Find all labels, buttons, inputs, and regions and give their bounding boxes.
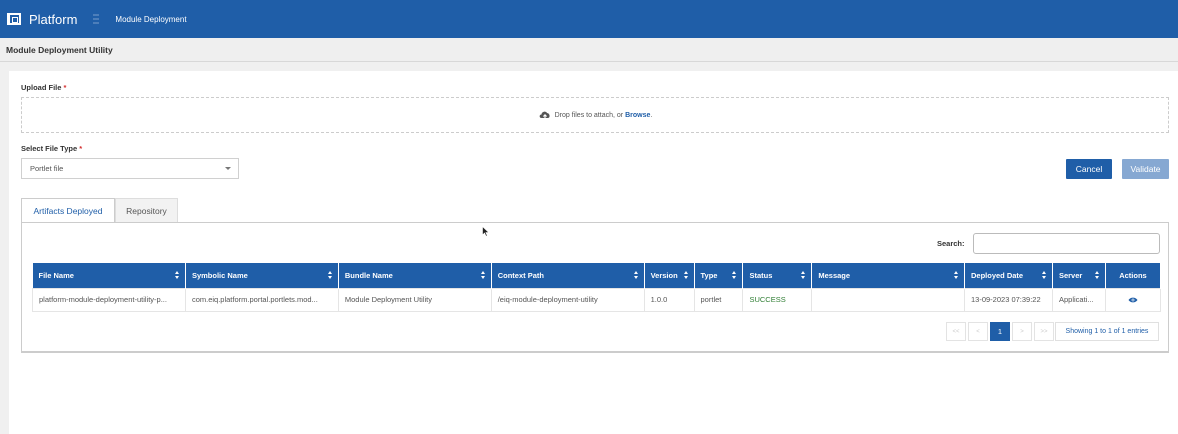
column-type[interactable]: Type (694, 263, 744, 288)
drop-text-suffix: . (650, 111, 653, 119)
column-message[interactable]: Message (811, 263, 965, 288)
cell-type: portlet (693, 287, 744, 312)
required-mark: * (63, 83, 67, 92)
column-version[interactable]: Version (644, 263, 695, 288)
entries-summary: Showing 1 to 1 of 1 entries (1055, 322, 1159, 341)
table-row: platform-module-deployment-utility-p... … (32, 287, 1162, 312)
mouse-cursor-icon (482, 226, 490, 237)
tab-artifacts-deployed[interactable]: Artifacts Deployed (21, 198, 115, 222)
pagination-last[interactable]: >> (1034, 322, 1054, 341)
cell-context-path: /eiq-module-deployment-utility (490, 287, 645, 312)
search-input[interactable] (973, 233, 1160, 254)
required-mark: * (79, 144, 83, 153)
sort-icon (327, 271, 333, 280)
drop-text: Drop files to attach, or (554, 111, 624, 119)
page-header: Module Deployment Utility (0, 38, 1178, 62)
tab-repository[interactable]: Repository (115, 198, 178, 222)
column-symbolic-name[interactable]: Symbolic Name (185, 263, 339, 288)
breadcrumb[interactable]: Module Deployment (115, 15, 186, 24)
cell-symbolic-name: com.eiq.platform.portal.portlets.mod... (184, 287, 339, 312)
column-deployed-date[interactable]: Deployed Date (964, 263, 1053, 288)
cell-file-name: platform-module-deployment-utility-p... (32, 287, 186, 312)
platform-logo-icon (7, 13, 21, 25)
column-context-path[interactable]: Context Path (491, 263, 645, 288)
column-status[interactable]: Status (742, 263, 813, 288)
column-bundle-name[interactable]: Bundle Name (338, 263, 492, 288)
sort-icon (683, 271, 689, 280)
cell-message (811, 287, 965, 312)
page-title: Module Deployment Utility (6, 44, 113, 55)
pagination: << < 1 > >> (946, 322, 1056, 341)
file-type-select[interactable]: Portlet file (21, 158, 239, 179)
table-header-row: File Name Symbolic Name Bundle Name Cont… (32, 263, 1162, 288)
pagination-next[interactable]: > (1012, 322, 1032, 341)
sort-icon (633, 271, 639, 280)
pagination-first[interactable]: << (946, 322, 966, 341)
artifacts-panel: Search: File Name Symbolic Name Bundle N… (21, 222, 1169, 353)
pagination-prev[interactable]: < (968, 322, 988, 341)
deployment-card: Upload File * Drop files to attach, or B… (9, 71, 1178, 434)
sort-icon (801, 271, 806, 280)
hamburger-icon[interactable] (91, 13, 101, 25)
file-type-label: Select File Type * (21, 144, 83, 153)
app-name: Platform (29, 11, 78, 27)
cell-actions (1104, 287, 1162, 312)
cell-status: SUCCESS (742, 287, 813, 312)
validate-button[interactable]: Validate (1122, 159, 1169, 179)
cancel-button[interactable]: Cancel (1066, 159, 1112, 179)
cell-version: 1.0.0 (643, 287, 695, 312)
sort-icon (174, 271, 180, 280)
cell-bundle-name: Module Deployment Utility (337, 287, 492, 312)
sort-icon (954, 271, 959, 280)
sort-icon (1041, 271, 1047, 280)
cell-deployed-date: 13-09-2023 07:39:22 (964, 287, 1053, 312)
column-file-name[interactable]: File Name (32, 263, 186, 288)
cloud-upload-icon (539, 111, 550, 120)
sort-icon (1094, 271, 1100, 280)
search-label: Search: (937, 239, 965, 248)
sort-icon (732, 271, 737, 280)
pagination-page-1[interactable]: 1 (990, 322, 1010, 341)
browse-link[interactable]: Browse (625, 112, 650, 119)
chevron-down-icon (225, 167, 231, 170)
platform-logo[interactable]: Platform (7, 12, 77, 27)
file-type-selected-value: Portlet file (30, 164, 64, 173)
sort-icon (480, 271, 486, 280)
top-navigation-bar: Platform Module Deployment (0, 0, 1178, 38)
cell-server: Applicati... (1051, 287, 1106, 312)
file-dropzone[interactable]: Drop files to attach, or Browse . (21, 97, 1169, 133)
column-actions: Actions (1105, 263, 1162, 288)
upload-file-label: Upload File * (21, 83, 67, 92)
eye-icon[interactable] (1128, 297, 1138, 303)
column-server[interactable]: Server (1052, 263, 1106, 288)
artifacts-table: File Name Symbolic Name Bundle Name Cont… (32, 263, 1162, 312)
